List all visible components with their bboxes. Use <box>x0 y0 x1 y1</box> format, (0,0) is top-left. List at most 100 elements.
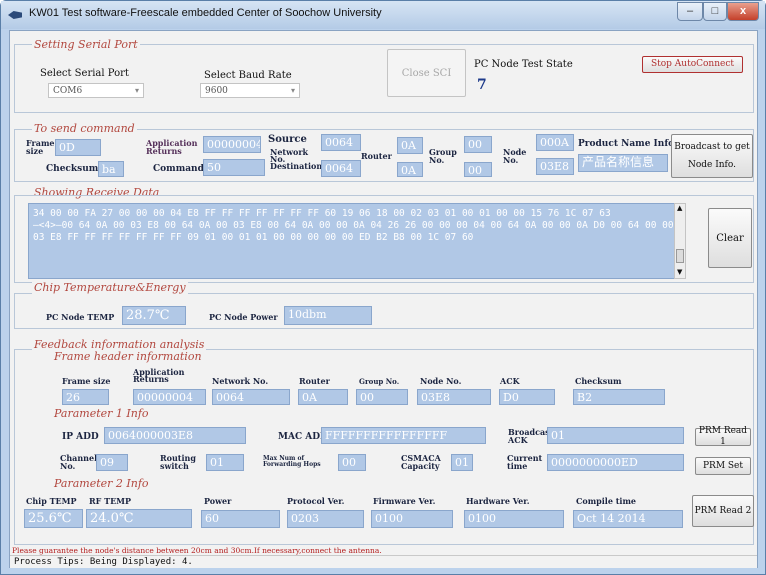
serial-port-value: COM6 <box>53 86 83 96</box>
scroll-up-icon[interactable]: ▲ <box>677 204 682 212</box>
node-power-field[interactable]: 10dbm <box>284 306 372 325</box>
node-dest-field[interactable]: 03E8 <box>536 158 574 175</box>
channel-label: Channel No. <box>60 453 98 471</box>
status-bar: Process Tips: Being Displayed: 4. <box>10 555 757 568</box>
app-icon <box>8 11 22 19</box>
product-name-label: Product Name Info <box>578 139 675 149</box>
scroll-thumb[interactable] <box>676 249 684 263</box>
stop-autoconnect-button[interactable]: Stop AutoConnect <box>642 56 743 73</box>
fb-ack-field[interactable]: D0 <box>499 389 555 405</box>
ip-add-field[interactable]: 0064000003E8 <box>104 427 246 444</box>
fb-frame-size-field[interactable]: 26 <box>62 389 109 405</box>
routing-switch-field[interactable]: 01 <box>206 454 244 471</box>
baud-rate-label: Select Baud Rate <box>204 70 292 81</box>
maximize-button[interactable]: □ <box>703 2 727 21</box>
checksum-field[interactable]: ba <box>98 161 124 177</box>
baud-rate-select[interactable]: 9600 ▾ <box>200 83 300 98</box>
checksum-label: Checksum <box>46 164 99 174</box>
baud-rate-value: 9600 <box>205 86 228 96</box>
product-name-field[interactable]: 产品名称信息 <box>578 154 668 172</box>
app-returns-field[interactable]: 00000004 <box>203 136 261 153</box>
serial-port-label: Select Serial Port <box>40 68 129 79</box>
command-field[interactable]: 50 <box>203 159 265 176</box>
router-label: Router <box>361 151 392 161</box>
fb-app-returns-field[interactable]: 00000004 <box>133 389 206 405</box>
main-panel: Setting Serial Port Select Serial Port C… <box>9 30 758 568</box>
firmware-ver-label: Firmware Ver. <box>373 496 436 506</box>
prm-set-button[interactable]: PRM Set <box>695 457 751 475</box>
app-window: KW01 Test software-Freescale embedded Ce… <box>0 0 766 575</box>
fb-group-field[interactable]: 00 <box>356 389 408 405</box>
broadcast-button[interactable]: Broadcast to get Node Info. <box>671 134 753 178</box>
serial-port-title: Setting Serial Port <box>32 38 140 51</box>
fb-ack-label: ACK <box>500 376 520 386</box>
network-destination-label: Network No. Destination <box>270 147 323 171</box>
channel-field[interactable]: 09 <box>96 454 128 471</box>
fb-app-returns-label: Application Returns <box>133 367 185 384</box>
source-label: Source <box>268 134 307 145</box>
prm-read1-button[interactable]: PRM Read 1 <box>695 426 751 447</box>
node-field[interactable]: 000A <box>536 134 574 151</box>
app-returns-label: Application Returns <box>146 138 198 156</box>
rf-temp-field[interactable]: 24.0℃ <box>86 509 192 528</box>
node-test-state-value: 7 <box>477 77 487 93</box>
send-command-title: To send command <box>32 122 137 135</box>
close-button[interactable]: x <box>727 2 759 21</box>
power-label: Power <box>204 496 232 506</box>
node-test-state-label: PC Node Test State <box>474 59 573 70</box>
forwarding-hops-field[interactable]: 00 <box>338 454 366 471</box>
node-temp-field[interactable]: 28.7℃ <box>122 306 186 325</box>
fb-router-label: Router <box>299 376 330 386</box>
chevron-down-icon: ▾ <box>134 86 139 95</box>
group-dest-field[interactable]: 00 <box>464 162 492 177</box>
prm-read2-button[interactable]: PRM Read 2 <box>692 495 754 527</box>
title-bar: KW01 Test software-Freescale embedded Ce… <box>1 1 765 29</box>
chevron-down-icon: ▾ <box>290 86 295 95</box>
chip-temp-field[interactable]: 25.6℃ <box>24 509 83 528</box>
current-time-field[interactable]: 0000000000ED <box>547 454 684 471</box>
rf-temp-label: RF TEMP <box>89 496 132 506</box>
power-field[interactable]: 60 <box>201 510 280 528</box>
frame-size-field[interactable]: 0D <box>55 139 101 156</box>
fb-checksum-label: Checksum <box>575 376 622 386</box>
chip-temp-label: Chip TEMP <box>26 496 77 506</box>
clear-button[interactable]: Clear <box>708 208 752 268</box>
compile-time-label: Compile time <box>576 496 637 506</box>
frame-size-label: Frame size <box>26 138 55 156</box>
network-destination-field[interactable]: 0064 <box>321 160 361 177</box>
receive-data-textbox[interactable]: 34 00 00 FA 27 00 00 00 04 E8 FF FF FF F… <box>28 203 686 279</box>
compile-time-field[interactable]: Oct 14 2014 <box>573 510 683 528</box>
hardware-ver-label: Hardware Ver. <box>466 496 530 506</box>
hardware-ver-field[interactable]: 0100 <box>464 510 564 528</box>
fb-network-field[interactable]: 0064 <box>212 389 290 405</box>
fb-router-field[interactable]: 0A <box>298 389 348 405</box>
receive-data-text: 34 00 00 FA 27 00 00 00 04 E8 FF FF FF F… <box>33 208 674 243</box>
serial-port-select[interactable]: COM6 ▾ <box>48 83 144 98</box>
receive-scrollbar[interactable]: ▲ ▼ <box>674 203 686 279</box>
fb-node-label: Node No. <box>420 376 462 386</box>
node-temp-label: PC Node TEMP <box>46 312 115 322</box>
firmware-ver-field[interactable]: 0100 <box>371 510 453 528</box>
param1-title: Parameter 1 Info <box>52 407 151 420</box>
source-field[interactable]: 0064 <box>321 134 361 151</box>
window-title: KW01 Test software-Freescale embedded Ce… <box>29 7 382 19</box>
fb-checksum-field[interactable]: B2 <box>573 389 665 405</box>
group-label: Group No. <box>429 147 457 165</box>
group-field[interactable]: 00 <box>464 136 492 153</box>
minimize-button[interactable]: – <box>677 2 703 21</box>
broadcast-ack-field[interactable]: 01 <box>547 427 684 444</box>
fb-node-field[interactable]: 03E8 <box>417 389 491 405</box>
scroll-down-icon[interactable]: ▼ <box>677 268 682 276</box>
antenna-notice: Please guarantee the node's distance bet… <box>12 546 382 555</box>
protocol-ver-field[interactable]: 0203 <box>287 510 364 528</box>
router-field[interactable]: 0A <box>397 137 423 154</box>
csmaca-field[interactable]: 01 <box>451 454 473 471</box>
close-sci-button[interactable]: Close SCI <box>387 49 466 97</box>
router-dest-field[interactable]: 0A <box>397 162 423 177</box>
ip-add-label: IP ADD <box>62 432 99 442</box>
fb-network-label: Network No. <box>212 376 269 386</box>
node-power-label: PC Node Power <box>209 312 278 322</box>
mac-add-field[interactable]: FFFFFFFFFFFFFFFF <box>321 427 486 444</box>
fb-group-label: Group No. <box>359 377 400 386</box>
fb-frame-size-label: Frame size <box>62 376 111 386</box>
